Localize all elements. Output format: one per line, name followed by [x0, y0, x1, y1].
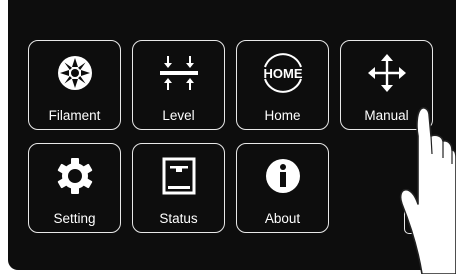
- home-icon-text: HOME: [263, 66, 302, 81]
- status-button[interactable]: Status: [132, 143, 225, 233]
- printer-icon: [133, 154, 224, 198]
- filament-label: Filament: [48, 108, 101, 123]
- home-icon: HOME: [237, 51, 328, 95]
- setting-button[interactable]: Setting: [28, 143, 121, 233]
- status-label: Status: [159, 211, 198, 226]
- info-icon: [237, 154, 328, 198]
- gear-icon: [29, 154, 120, 198]
- level-button[interactable]: Level: [132, 40, 225, 130]
- level-label: Level: [162, 108, 195, 123]
- about-label: About: [264, 211, 301, 226]
- about-button[interactable]: About: [236, 143, 329, 233]
- home-button[interactable]: HOME Home: [236, 40, 329, 130]
- filament-icon: [29, 51, 120, 95]
- home-label: Home: [264, 108, 301, 123]
- hand-pointer-illustration: [399, 107, 456, 274]
- filament-button[interactable]: Filament: [28, 40, 121, 130]
- touchscreen-display: Filament Level HOME Home Manual Setting …: [8, 0, 456, 270]
- setting-label: Setting: [53, 211, 96, 226]
- level-icon: [133, 51, 224, 95]
